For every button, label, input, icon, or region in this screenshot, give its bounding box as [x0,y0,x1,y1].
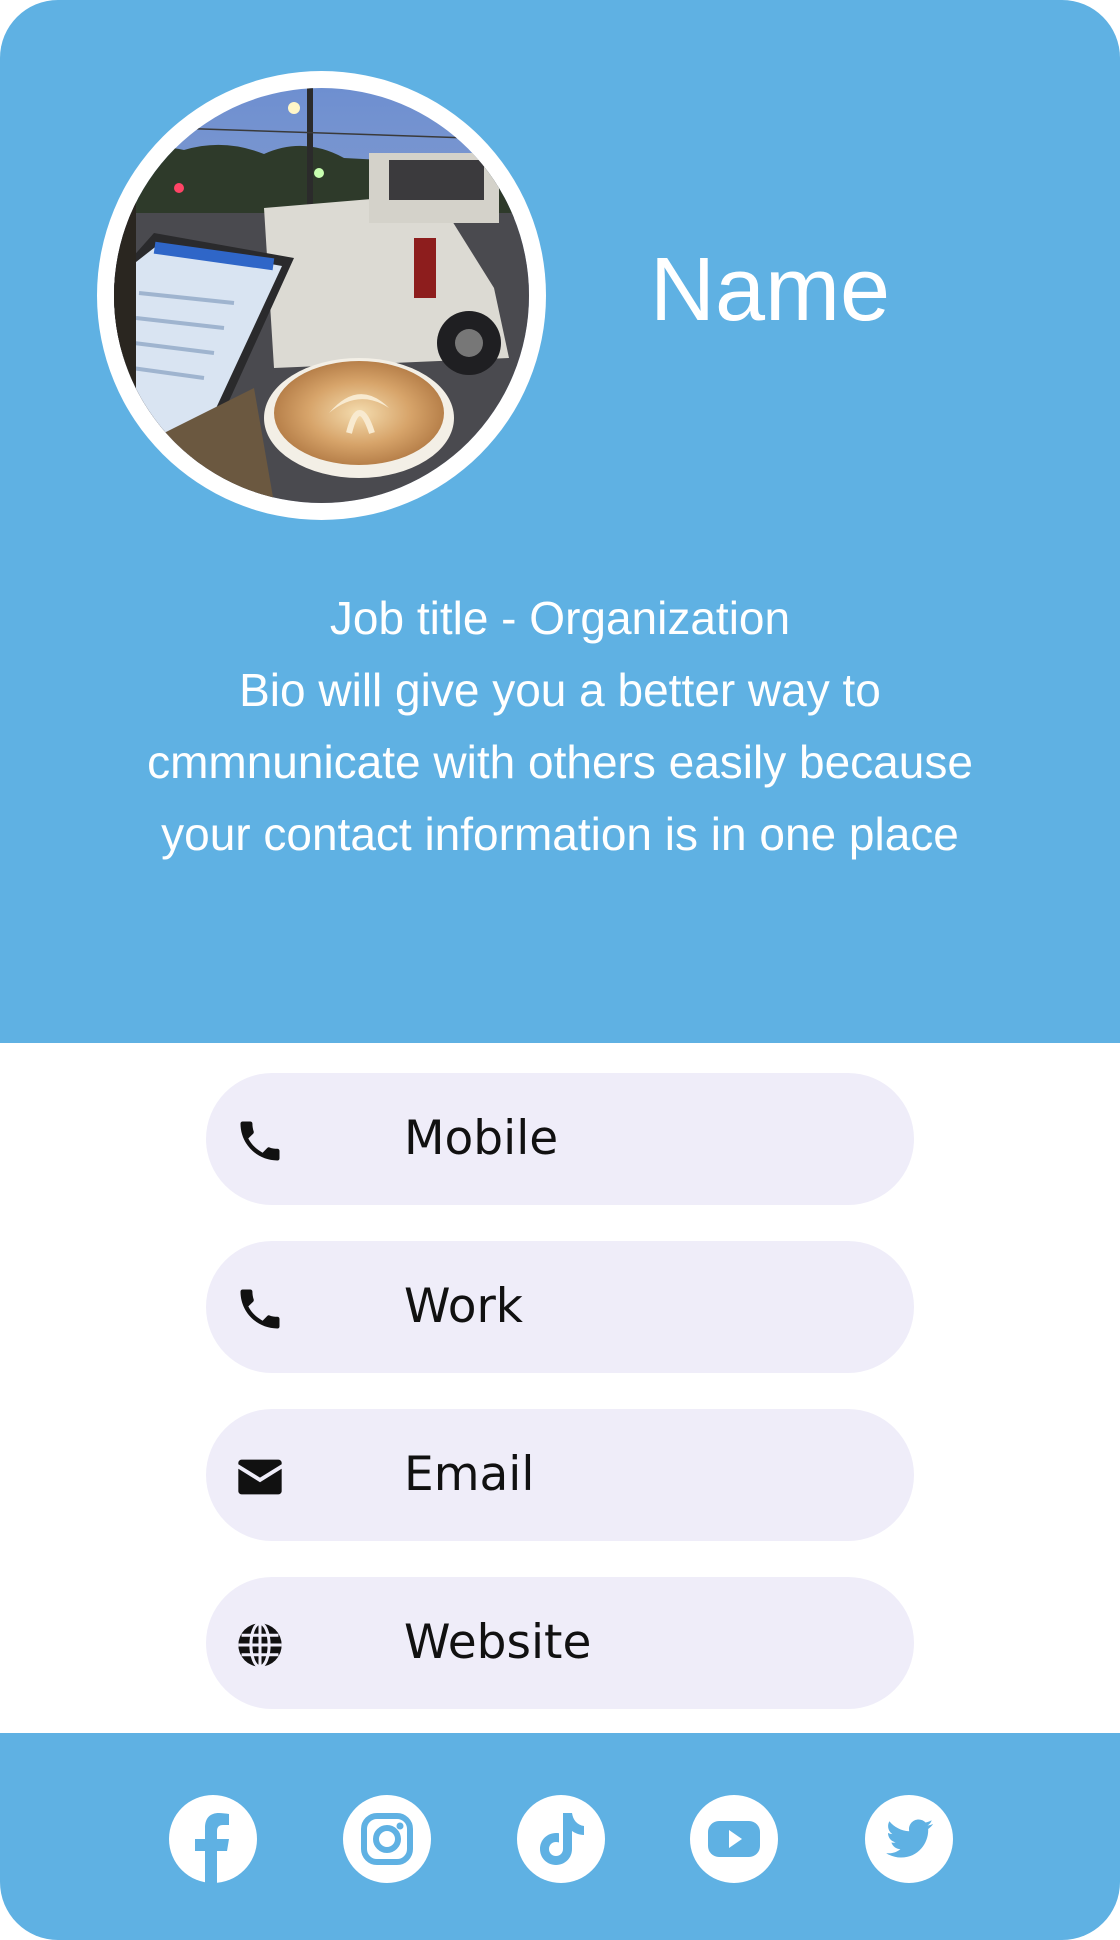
facebook-link[interactable] [169,1795,257,1883]
social-bar [0,1733,1120,1940]
mobile-label: Mobile [404,1111,559,1166]
youtube-icon [708,1821,760,1857]
profile-bio: Job title - Organization Bio will give y… [90,582,1030,870]
bio-line: your contact information is in one place [161,808,959,860]
website-label: Website [404,1615,592,1670]
tiktok-icon [540,1813,584,1865]
instagram-icon [361,1813,413,1865]
profile-name: Name [649,240,891,340]
twitter-link[interactable] [865,1795,953,1883]
bio-line: Bio will give you a better way to [239,664,881,716]
work-button[interactable]: Work [206,1241,914,1373]
website-button[interactable]: Website [206,1577,914,1709]
instagram-link[interactable] [343,1795,431,1883]
facebook-icon [195,1813,229,1883]
avatar-photo [114,88,529,503]
email-button[interactable]: Email [206,1409,914,1541]
phone-icon [234,1283,286,1335]
avatar [97,71,546,520]
tiktok-link[interactable] [517,1795,605,1883]
twitter-icon [886,1819,933,1858]
phone-icon [234,1115,286,1167]
youtube-link[interactable] [690,1795,778,1883]
globe-icon [234,1619,286,1671]
email-label: Email [404,1447,535,1502]
profile-card: Name Job title - Organization Bio will g… [0,0,1120,1940]
work-label: Work [404,1279,524,1334]
profile-header: Name Job title - Organization Bio will g… [0,0,1120,1043]
contact-buttons: Mobile Work Email Website [206,1073,914,1745]
envelope-icon [234,1451,286,1503]
bio-line: cmmnunicate with others easily because [147,736,973,788]
mobile-button[interactable]: Mobile [206,1073,914,1205]
job-title: Job title - Organization [329,592,791,644]
